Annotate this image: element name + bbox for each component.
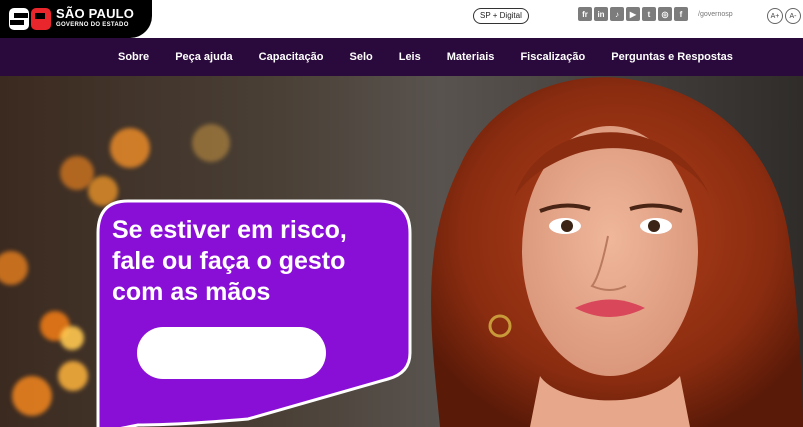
nav-item-5[interactable]: Materiais xyxy=(447,51,495,63)
nav-item-0[interactable]: Sobre xyxy=(118,51,149,63)
logo-title: SÃO PAULO xyxy=(56,6,135,21)
headline-line-2: fale ou faça o gesto xyxy=(112,247,346,275)
flickr-icon[interactable]: fr xyxy=(578,7,592,21)
hero-headline: Se estiver em risco, fale ou faça o gest… xyxy=(112,215,412,308)
sao-paulo-logo[interactable]: SÃO PAULO GOVERNO DO ESTADO xyxy=(0,0,152,38)
top-bar: SÃO PAULO GOVERNO DO ESTADO SP + Digital… xyxy=(0,0,803,38)
hero-cta-button[interactable] xyxy=(137,327,326,379)
sp-digital-link[interactable]: SP + Digital xyxy=(473,8,529,24)
bokeh-light xyxy=(110,128,150,168)
bokeh-light xyxy=(58,361,88,391)
social-links: fr in ♪ ▶ t ◎ f xyxy=(578,7,688,21)
bokeh-light xyxy=(60,326,84,350)
nav-item-6[interactable]: Fiscalização xyxy=(520,51,585,63)
sp-logo-icon xyxy=(9,8,51,30)
nav-item-3[interactable]: Selo xyxy=(349,51,372,63)
woman-photo xyxy=(431,77,803,427)
youtube-icon[interactable]: ▶ xyxy=(626,7,640,21)
nav-item-1[interactable]: Peça ajuda xyxy=(175,51,232,63)
bokeh-light xyxy=(192,124,230,162)
tiktok-icon[interactable]: ♪ xyxy=(610,7,624,21)
font-increase-button[interactable]: A+ xyxy=(767,8,783,24)
social-handle: /governosp xyxy=(698,11,733,18)
facebook-icon[interactable]: f xyxy=(674,7,688,21)
main-nav: Sobre Peça ajuda Capacitação Selo Leis Materi… xyxy=(0,38,803,76)
nav-item-2[interactable]: Capacitação xyxy=(259,51,324,63)
nav-item-4[interactable]: Leis xyxy=(399,51,421,63)
hero-banner: Se estiver em risco, fale ou faça o gest… xyxy=(0,76,803,427)
logo-subtitle: GOVERNO DO ESTADO xyxy=(56,22,129,28)
linkedin-icon[interactable]: in xyxy=(594,7,608,21)
twitter-icon[interactable]: t xyxy=(642,7,656,21)
headline-line-3: com as mãos xyxy=(112,278,271,306)
headline-line-1: Se estiver em risco, xyxy=(112,216,347,244)
instagram-icon[interactable]: ◎ xyxy=(658,7,672,21)
bokeh-light xyxy=(0,251,28,285)
font-decrease-button[interactable]: A- xyxy=(785,8,801,24)
bokeh-light xyxy=(12,376,52,416)
nav-item-7[interactable]: Perguntas e Respostas xyxy=(611,51,733,63)
